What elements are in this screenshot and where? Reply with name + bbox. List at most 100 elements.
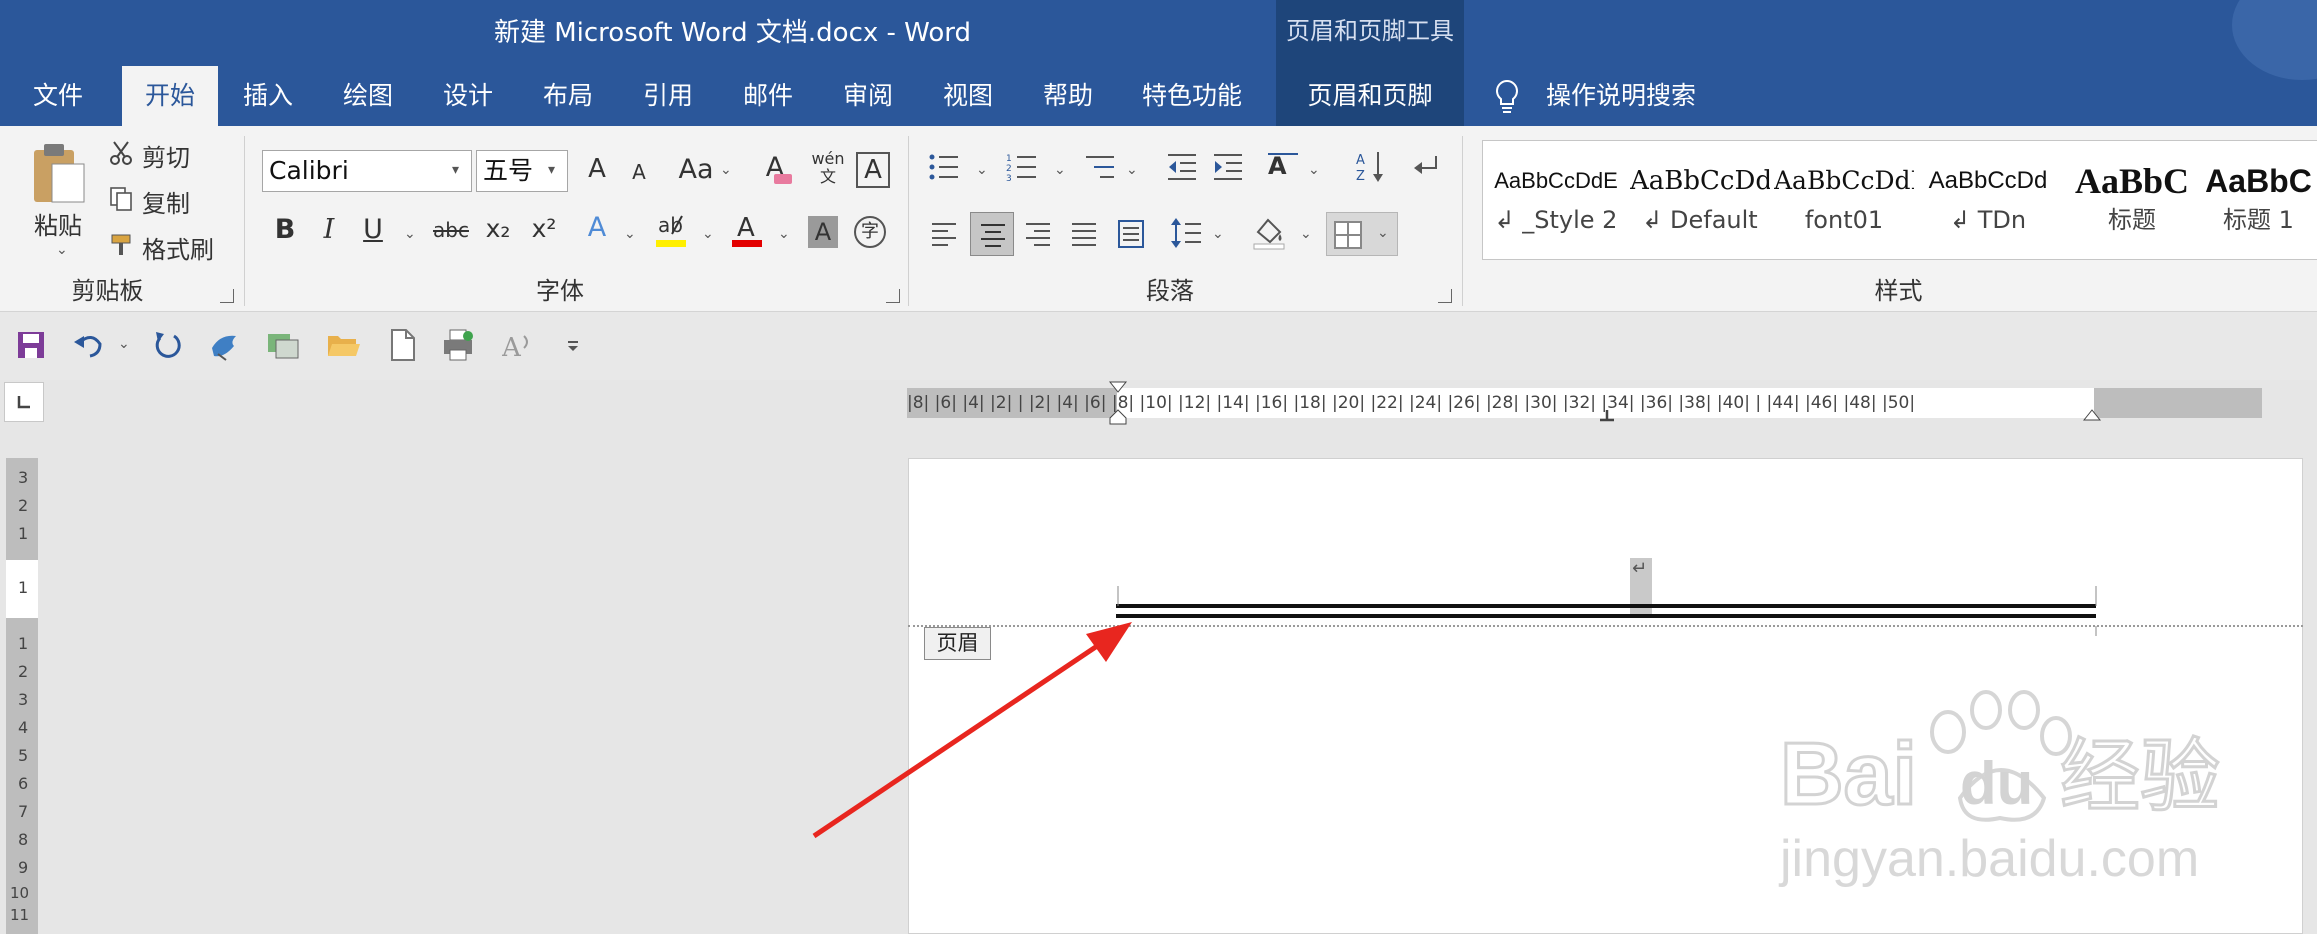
line-spacing-icon[interactable] — [1170, 216, 1202, 250]
multilevel-list-icon[interactable] — [1084, 152, 1116, 182]
font-name-combo[interactable]: Calibri — [262, 150, 472, 192]
bird-icon[interactable] — [208, 328, 242, 362]
numbering-icon[interactable]: 123 — [1006, 152, 1038, 182]
tab-design[interactable]: 设计 — [430, 66, 506, 126]
borders-icon — [1334, 221, 1362, 249]
enclose-characters-button[interactable]: 字 — [854, 216, 886, 248]
font-color-icon[interactable]: A — [730, 210, 764, 250]
watermark-url: jingyan.baidu.com — [1778, 830, 2199, 888]
chevron-down-icon[interactable]: ⌄ — [1300, 226, 1312, 242]
open-folder-icon[interactable] — [326, 330, 360, 360]
subscript-button[interactable]: x₂ — [480, 214, 516, 243]
tab-review[interactable]: 审阅 — [830, 66, 906, 126]
customize-toolbar-icon[interactable] — [566, 340, 580, 352]
chevron-down-icon[interactable]: ⌄ — [1308, 162, 1320, 178]
tell-me-search[interactable]: 操作说明搜索 — [1546, 66, 1696, 126]
chevron-down-icon[interactable]: ⌄ — [702, 226, 714, 242]
change-case-button[interactable]: Aa — [676, 154, 716, 185]
print-layout-icon[interactable] — [266, 330, 300, 360]
shrink-font-button[interactable]: A — [626, 160, 652, 184]
tab-help[interactable]: 帮助 — [1030, 66, 1106, 126]
cut-button[interactable]: 剪切 — [142, 138, 190, 173]
svg-text:ab: ab — [658, 213, 683, 237]
new-document-icon[interactable] — [390, 328, 416, 362]
paragraph-launcher-icon[interactable] — [1438, 289, 1452, 303]
increase-indent-icon[interactable] — [1212, 152, 1244, 182]
right-indent-marker-icon[interactable] — [2082, 408, 2102, 422]
font-launcher-icon[interactable] — [886, 289, 900, 303]
print-preview-icon[interactable] — [442, 328, 476, 362]
highlight-icon[interactable]: ab — [654, 210, 688, 250]
align-right-icon[interactable] — [1024, 220, 1052, 248]
character-shading-button[interactable]: A — [808, 216, 838, 248]
style-name: ↲ TDn — [1949, 206, 2027, 234]
center-tab-stop-icon[interactable] — [1598, 408, 1616, 422]
indent-markers-icon[interactable] — [1106, 380, 1130, 430]
superscript-button[interactable]: x² — [526, 214, 562, 243]
chevron-down-icon[interactable]: ⌄ — [976, 162, 988, 178]
sort-icon[interactable]: AZ — [1356, 150, 1386, 184]
read-aloud-icon[interactable]: A — [502, 330, 534, 362]
tab-insert[interactable]: 插入 — [230, 66, 306, 126]
distributed-icon[interactable] — [1116, 218, 1146, 250]
text-effects-button[interactable]: A — [582, 212, 612, 243]
copy-button[interactable]: 复制 — [142, 184, 190, 219]
style-item[interactable]: AaBbC 标题 — [2062, 161, 2202, 239]
style-preview: AaBbCcDdE — [1494, 168, 1618, 193]
undo-icon[interactable] — [72, 330, 104, 360]
tab-special-features[interactable]: 特色功能 — [1130, 66, 1254, 126]
paste-icon[interactable] — [30, 140, 90, 206]
borders-button[interactable]: ⌄ — [1326, 212, 1398, 256]
style-item[interactable]: AaBbCcDdI font01 — [1774, 161, 1914, 239]
show-formatting-marks-icon[interactable] — [1410, 152, 1440, 182]
tab-header-footer[interactable]: 页眉和页脚 — [1276, 66, 1464, 126]
strikethrough-button[interactable]: abc — [428, 218, 474, 242]
chevron-down-icon[interactable]: ⌄ — [778, 226, 790, 242]
paste-dropdown-icon[interactable]: ⌄ — [56, 242, 68, 258]
chevron-down-icon[interactable]: ⌄ — [1054, 162, 1066, 178]
tab-layout[interactable]: 布局 — [530, 66, 606, 126]
chevron-down-icon[interactable]: ⌄ — [1377, 225, 1389, 241]
tab-draw[interactable]: 绘图 — [330, 66, 406, 126]
tab-selector-button[interactable] — [4, 382, 44, 422]
chevron-down-icon[interactable]: ⌄ — [1212, 226, 1224, 242]
underline-button[interactable]: U — [358, 214, 388, 245]
chevron-down-icon[interactable]: ▾ — [548, 162, 555, 178]
tab-references[interactable]: 引用 — [630, 66, 706, 126]
tab-file[interactable]: 文件 — [14, 66, 102, 126]
window-title: 新建 Microsoft Word 文档.docx - Word — [493, 18, 972, 48]
tab-home[interactable]: 开始 — [122, 66, 218, 126]
chevron-down-icon[interactable]: ⌄ — [720, 162, 732, 178]
phonetic-guide-button[interactable]: wén 文 — [808, 150, 848, 186]
paste-button[interactable]: 粘贴 — [34, 206, 82, 241]
style-item[interactable]: AaBbCcDdE ↲ _Style 2 — [1486, 161, 1626, 239]
clipboard-launcher-icon[interactable] — [220, 289, 234, 303]
asian-layout-icon[interactable]: A — [1266, 150, 1300, 182]
bold-button[interactable]: B — [270, 214, 300, 245]
chevron-down-icon[interactable]: ⌄ — [404, 226, 416, 242]
tab-mailings[interactable]: 邮件 — [730, 66, 806, 126]
grow-font-button[interactable]: A — [582, 154, 612, 184]
tab-view[interactable]: 视图 — [930, 66, 1006, 126]
character-border-button[interactable]: A — [856, 152, 890, 188]
bullets-icon[interactable] — [928, 152, 960, 182]
style-item[interactable]: AaBbCcDd ↲ Default — [1630, 161, 1770, 239]
chevron-down-icon[interactable]: ▾ — [452, 162, 459, 178]
clipboard-group-label: 剪贴板 — [71, 277, 144, 305]
chevron-down-icon[interactable]: ⌄ — [118, 336, 130, 352]
align-center-button[interactable] — [970, 212, 1014, 256]
italic-button[interactable]: I — [314, 214, 344, 245]
redo-icon[interactable] — [152, 330, 182, 360]
format-painter-button[interactable]: 格式刷 — [142, 230, 214, 265]
save-icon[interactable] — [16, 330, 46, 360]
shading-icon[interactable] — [1252, 214, 1286, 250]
group-separator — [1462, 136, 1463, 306]
align-left-icon[interactable] — [930, 220, 958, 248]
chevron-down-icon[interactable]: ⌄ — [1126, 162, 1138, 178]
left-tab-icon — [17, 396, 30, 409]
style-item[interactable]: AaBbCcDd ↲ TDn — [1918, 161, 2058, 239]
style-item[interactable]: AaBbC 标题 1 — [2200, 161, 2317, 239]
decrease-indent-icon[interactable] — [1166, 152, 1198, 182]
chevron-down-icon[interactable]: ⌄ — [624, 226, 636, 242]
justify-icon[interactable] — [1070, 220, 1098, 248]
